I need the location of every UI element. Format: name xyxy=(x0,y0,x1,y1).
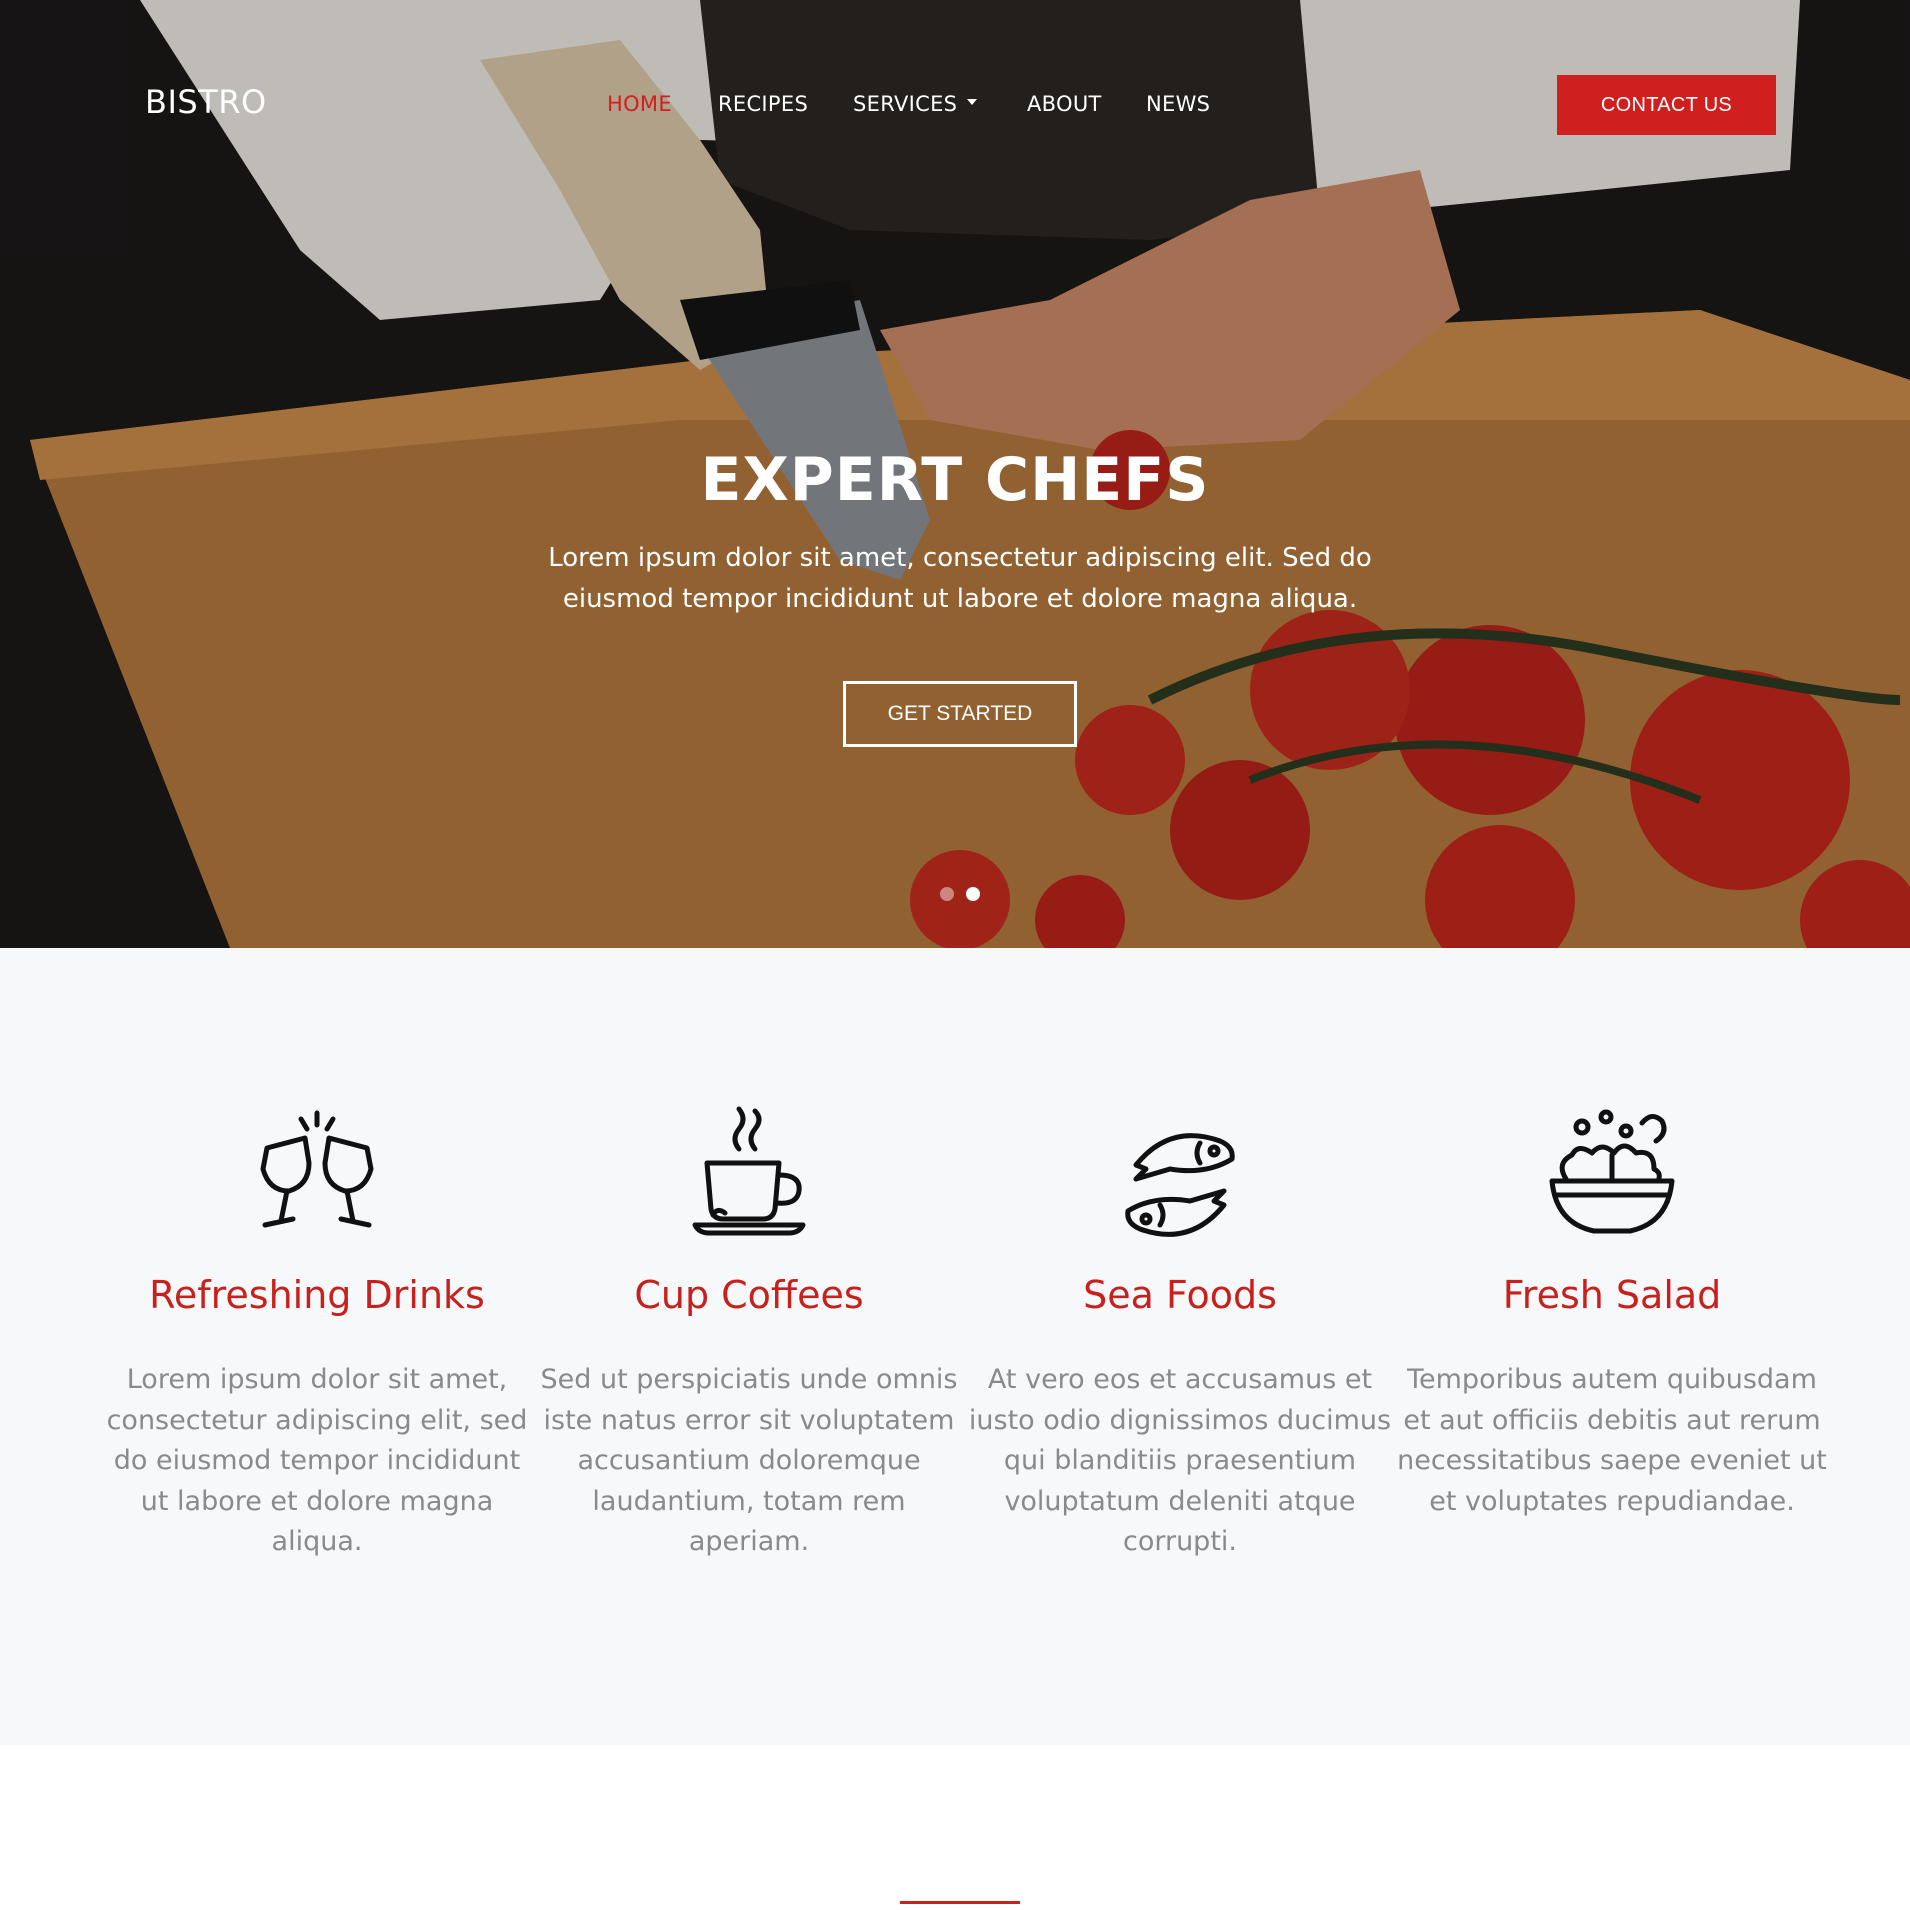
hero-text: Lorem ipsum dolor sit amet, consectetur … xyxy=(548,543,1372,614)
fish-icon xyxy=(1125,1133,1235,1237)
feature-title: Fresh Salad xyxy=(1502,1273,1722,1317)
hero-title: EXPERT CHEFS xyxy=(700,445,1210,515)
salad-bowl-icon xyxy=(1549,1109,1675,1234)
nav-about[interactable]: ABOUT xyxy=(1027,92,1102,116)
feature-title: Sea Foods xyxy=(1083,1273,1277,1317)
feature-text: At vero eos et accusamus et iusto odio d… xyxy=(968,1364,1392,1558)
section-divider xyxy=(900,1901,1020,1904)
navbar: BISTRO HOME RECIPES SERVICES ABOUT NEWS … xyxy=(0,0,1910,210)
nav-services-label: SERVICES xyxy=(853,92,958,116)
feature-text: Temporibus autem quibusdam et aut offici… xyxy=(1397,1364,1827,1517)
brand-logo[interactable]: BISTRO xyxy=(145,83,267,121)
next-section xyxy=(0,1745,1910,1910)
feature-title: Cup Coffees xyxy=(634,1273,864,1317)
carousel-dot-2-active[interactable] xyxy=(966,887,980,901)
feature-text: Lorem ipsum dolor sit amet, consectetur … xyxy=(106,1364,528,1558)
chevron-down-icon xyxy=(967,99,978,105)
hero-section: BISTRO HOME RECIPES SERVICES ABOUT NEWS … xyxy=(0,0,1910,948)
feature-title: Refreshing Drinks xyxy=(149,1273,485,1317)
coffee-cup-icon xyxy=(692,1106,806,1236)
get-started-button[interactable]: GET STARTED xyxy=(843,681,1077,747)
nav-recipes[interactable]: RECIPES xyxy=(718,92,808,116)
nav-home[interactable]: HOME xyxy=(607,92,672,116)
feature-text: Sed ut perspiciatis unde omnis iste natu… xyxy=(540,1364,958,1558)
wine-glasses-icon xyxy=(260,1110,374,1228)
contact-us-button[interactable]: CONTACT US xyxy=(1557,75,1776,135)
features-section: Refreshing Drinks Lorem ipsum dolor sit … xyxy=(0,948,1910,1745)
nav-news[interactable]: NEWS xyxy=(1146,92,1210,116)
nav-services[interactable]: SERVICES xyxy=(853,92,978,116)
carousel-dot-1[interactable] xyxy=(940,887,954,901)
